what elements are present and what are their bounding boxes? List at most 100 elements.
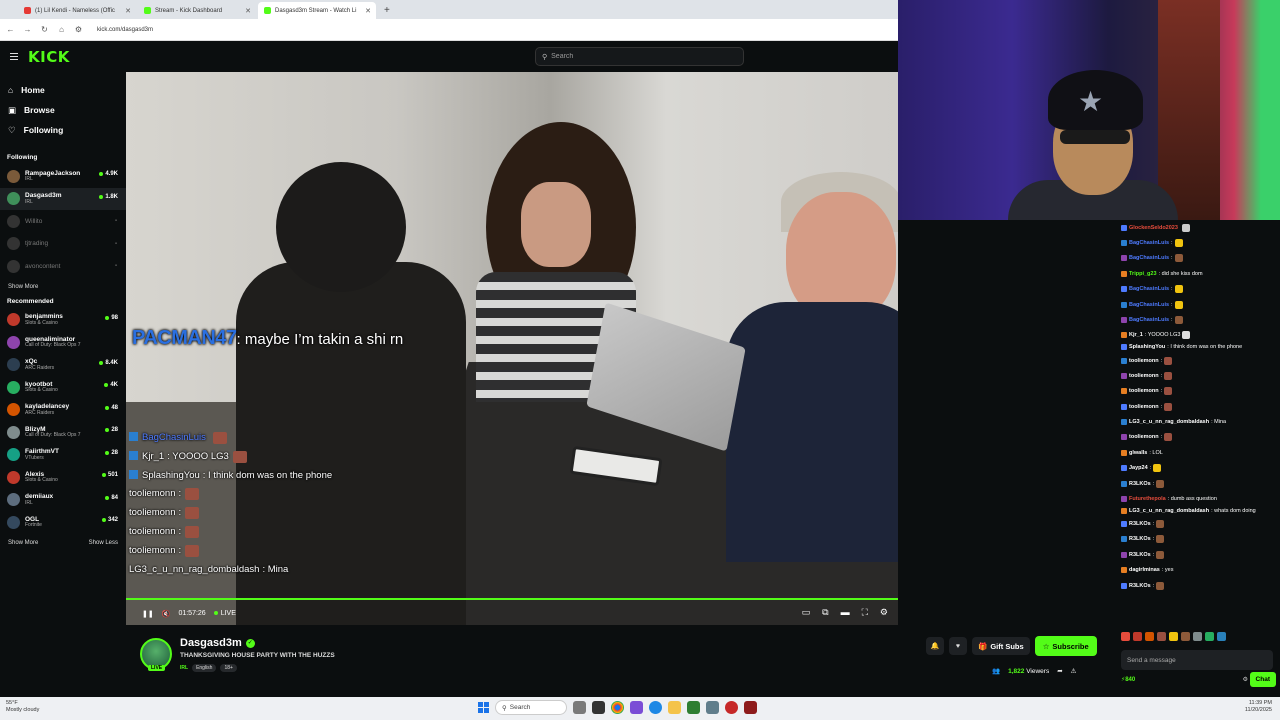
emote-icon[interactable] — [1181, 632, 1190, 641]
chat-message[interactable]: tooliemonn: — [1116, 430, 1280, 445]
chrome-icon[interactable] — [611, 701, 624, 714]
taskbar-search[interactable]: ⚲ Search — [495, 700, 567, 715]
search-input[interactable] — [551, 53, 732, 60]
subscribe-button[interactable]: ☆ Subscribe — [1034, 636, 1097, 656]
chat-username[interactable]: glwalls — [1129, 450, 1147, 456]
chat-message[interactable]: tooliemonn: — [1116, 368, 1280, 383]
search-box[interactable]: ⚲ — [535, 47, 744, 66]
share-icon[interactable]: ➦ — [1057, 667, 1062, 675]
sidebar-channel[interactable]: benjammins Slots & Casino 98 — [0, 309, 126, 332]
browser-tab[interactable]: Stream - Kick Dashboard ✕ — [138, 2, 256, 19]
app-icon[interactable] — [725, 701, 738, 714]
url-field[interactable]: kick.com/dasgasd3m — [97, 27, 153, 33]
windows-start-icon[interactable] — [478, 702, 489, 713]
chat-message[interactable]: R3LKOs: — [1116, 516, 1280, 531]
chat-message[interactable]: Kjr_1: YOOOO LG3 — [1116, 328, 1280, 343]
chat-username[interactable]: BagChasinLuis — [1129, 255, 1169, 261]
chat-username[interactable]: tooliemonn — [1129, 358, 1159, 364]
chat-message[interactable]: Trippi_g23: did she kiss dom — [1116, 266, 1280, 281]
chat-username[interactable]: dagirlminas — [1129, 567, 1160, 573]
sidebar-channel[interactable]: xQc ARC Raiders 8.4K — [0, 354, 126, 377]
theater-icon[interactable]: ▬ — [841, 607, 850, 618]
chat-send-button[interactable]: Chat — [1249, 672, 1276, 687]
chat-username[interactable]: R3LKOs — [1129, 552, 1151, 558]
reload-icon[interactable]: ↻ — [40, 25, 49, 34]
sidebar-channel[interactable]: BlizyM Call of Duty: Black Ops 7 28 — [0, 421, 126, 444]
forward-icon[interactable]: → — [23, 25, 32, 34]
chat-username[interactable]: tooliemonn — [1129, 404, 1159, 410]
close-tab-icon[interactable]: ✕ — [365, 7, 371, 15]
clip-icon[interactable]: ▭ — [802, 607, 811, 618]
emote-icon[interactable] — [1217, 632, 1226, 641]
chat-username[interactable]: Futurethepola — [1129, 496, 1166, 502]
nav-home[interactable]: ⌂ Home — [0, 80, 126, 100]
sidebar-channel[interactable]: kyootbot Slots & Casino 4K — [0, 376, 126, 399]
chat-message[interactable]: Futurethepola: dumb ass question — [1116, 491, 1280, 506]
sidebar-channel[interactable]: Willito ▪ — [0, 210, 126, 233]
sidebar-channel[interactable]: demiiaux IRL 84 — [0, 489, 126, 512]
chat-username[interactable]: Kjr_1 — [1129, 332, 1143, 338]
emote-icon[interactable] — [1145, 632, 1154, 641]
folder-icon[interactable] — [668, 701, 681, 714]
report-icon[interactable]: ⚠ — [1071, 667, 1077, 675]
sidebar-channel[interactable]: OGL Fortnite 342 — [0, 511, 126, 534]
emote-icon[interactable] — [1193, 632, 1202, 641]
nav-following[interactable]: ♡ Following — [0, 120, 126, 140]
home-icon[interactable]: ⌂ — [57, 25, 66, 34]
show-less-button[interactable]: Show Less — [89, 534, 118, 552]
chat-message[interactable]: tooliemonn: — [1116, 384, 1280, 399]
sidebar-channel[interactable]: kayladelancey ARC Raiders 48 — [0, 399, 126, 422]
video-player[interactable]: PACMAN47: maybe I’m takin a shi rn BagCh… — [126, 72, 898, 625]
channel-points[interactable]: 840 — [1125, 677, 1135, 683]
kick-logo[interactable]: KICK — [28, 48, 70, 66]
notification-bell-button[interactable]: 🔔 — [926, 637, 944, 655]
app-icon[interactable] — [687, 701, 700, 714]
app-icon[interactable] — [592, 701, 605, 714]
chat-message[interactable]: tooliemonn: — [1116, 399, 1280, 414]
chat-message[interactable]: BagChasinLuis: — [1116, 297, 1280, 312]
chat-username[interactable]: BagChasinLuis — [1129, 302, 1169, 308]
emote-icon[interactable] — [1169, 632, 1178, 641]
sidebar-channel[interactable]: Dasgasd3m IRL 1.8K — [0, 187, 126, 210]
menu-icon[interactable] — [10, 51, 18, 62]
weather-widget[interactable]: 55°F Mostly cloudy — [6, 700, 39, 714]
sidebar-channel[interactable]: RampageJackson IRL 4.9K — [0, 165, 126, 188]
chat-message[interactable]: BagChasinLuis: — [1116, 235, 1280, 250]
app-icon[interactable] — [573, 701, 586, 714]
sidebar-channel[interactable]: FaiirthmVT VTubers 28 — [0, 444, 126, 467]
settings-icon[interactable] — [706, 701, 719, 714]
channel-name[interactable]: Dasgasd3m — [180, 637, 242, 649]
chat-message[interactable]: R3LKOs: — [1116, 476, 1280, 491]
browser-tab[interactable]: (1) Lil Kendi - Nameless (Offic ✕ — [18, 2, 136, 19]
chat-message[interactable]: Jayp24: — [1116, 461, 1280, 476]
chat-username[interactable]: R3LKOs — [1129, 521, 1151, 527]
chat-message-input[interactable] — [1121, 650, 1273, 670]
chat-message[interactable]: R3LKOs: — [1116, 547, 1280, 562]
chat-message[interactable]: glwalls: LOL — [1116, 445, 1280, 460]
chat-username[interactable]: R3LKOs — [1129, 583, 1151, 589]
category-link[interactable]: IRL — [180, 664, 188, 672]
chat-message[interactable]: SplashingYou: I think dom was on the pho… — [1116, 343, 1280, 353]
edge-icon[interactable] — [649, 701, 662, 714]
site-info-icon[interactable]: ⚙ — [74, 25, 83, 34]
chat-message[interactable]: BagChasinLuis: — [1116, 251, 1280, 266]
follow-button[interactable]: ♥ — [949, 637, 967, 655]
chat-username[interactable]: tooliemonn — [1129, 373, 1159, 379]
chat-message[interactable]: dagirlminas: yes — [1116, 563, 1280, 578]
gift-subs-button[interactable]: 🎁 Gift Subs — [972, 637, 1030, 655]
emote-icon[interactable] — [1133, 632, 1142, 641]
chat-message[interactable]: R3LKOs: — [1116, 532, 1280, 547]
chat-username[interactable]: tooliemonn — [1129, 388, 1159, 394]
back-icon[interactable]: ← — [6, 25, 15, 34]
chat-username[interactable]: LG3_c_u_nn_rag_dombaldash — [1129, 419, 1209, 425]
chat-message[interactable]: LG3_c_u_nn_rag_dombaldash: whats dom doi… — [1116, 507, 1280, 517]
chat-settings-icon[interactable]: ⚙ — [1243, 676, 1248, 683]
app-icon[interactable] — [630, 701, 643, 714]
sidebar-channel[interactable]: tjtrading ▪ — [0, 233, 126, 256]
browser-tab-active[interactable]: Dasgasd3m Stream - Watch Li ✕ — [258, 2, 376, 19]
pip-icon[interactable]: ⧉ — [822, 607, 828, 618]
chat-username[interactable]: Trippi_g23 — [1129, 271, 1157, 277]
chat-message[interactable]: BagChasinLuis: — [1116, 282, 1280, 297]
show-more-button[interactable]: Show More — [8, 534, 38, 552]
chat-message[interactable]: tooliemonn: — [1116, 353, 1280, 368]
